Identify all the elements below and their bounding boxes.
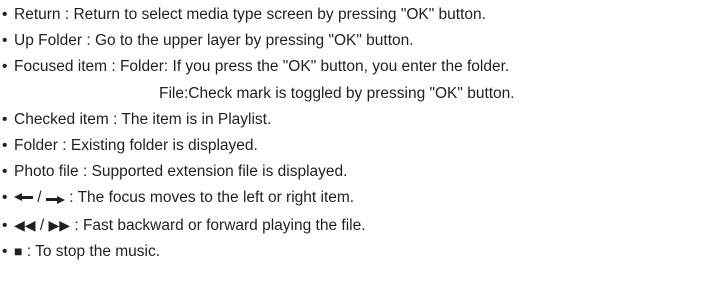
- item-term: Up Folder: [14, 32, 83, 50]
- item-description: Fast backward or forward playing the fil…: [82, 216, 366, 234]
- item-colon: :: [108, 110, 122, 128]
- bullet: •: [2, 110, 8, 128]
- item-colon: :: [64, 189, 78, 207]
- list-item-stop-key: • ■ : To stop the music.: [0, 238, 701, 264]
- bullet: •: [2, 242, 8, 260]
- manual-description-list: • Return : Return to select media type sc…: [0, 0, 701, 298]
- rewind-icon: ◀◀: [14, 216, 36, 233]
- item-colon: :: [82, 32, 95, 50]
- list-item-photo-file: • Photo file : Supported extension file i…: [0, 159, 701, 185]
- left-arrow-key-icon: [14, 193, 33, 202]
- item-colon: :: [70, 216, 83, 234]
- list-item-rewind-forward-keys: • ◀◀ / ▶▶ : Fast backward or forward play…: [0, 212, 701, 238]
- item-colon: :: [57, 136, 71, 154]
- item-colon: :: [107, 58, 120, 76]
- fast-forward-icon: ▶▶: [48, 216, 71, 233]
- list-item-left-right-keys: • / : The focus moves to the left or rig…: [0, 185, 701, 211]
- bullet: •: [2, 6, 8, 23]
- list-item-folder: • Folder : Existing folder is displayed.: [0, 133, 701, 159]
- item-description: Folder: If you press the "OK" button, yo…: [119, 58, 510, 76]
- item-term: Focused item: [14, 58, 108, 76]
- bullet: •: [2, 136, 8, 154]
- list-item-focused-item-continuation: File:Check mark is toggled by pressing "…: [0, 81, 701, 107]
- list-item-return: • Return : Return to select media type sc…: [0, 2, 701, 28]
- item-term: Folder: [14, 136, 58, 154]
- item-description: The item is in Playlist.: [121, 110, 272, 128]
- bullet: •: [2, 58, 8, 76]
- item-term: Return: [14, 6, 61, 23]
- item-description: Supported extension file is displayed.: [91, 163, 348, 181]
- item-description: Existing folder is displayed.: [70, 136, 258, 154]
- bullet: •: [2, 216, 8, 234]
- item-description-continuation: File:Check mark is toggled by pressing "…: [159, 84, 515, 102]
- right-arrow-key-icon: [45, 195, 65, 205]
- bullet: •: [2, 163, 8, 181]
- bullet: •: [2, 32, 8, 50]
- symbol-separator: /: [35, 216, 49, 234]
- item-term: Checked item: [14, 110, 109, 128]
- item-colon: :: [22, 242, 36, 260]
- item-description: The focus moves to the left or right ite…: [77, 189, 355, 207]
- item-colon: :: [78, 163, 92, 181]
- list-item-checked-item: • Checked item : The item is in Playlist.: [0, 107, 701, 133]
- item-description: To stop the music.: [35, 242, 161, 260]
- item-term: Photo file: [14, 163, 79, 181]
- item-description: Return to select media type screen by pr…: [73, 6, 486, 23]
- list-item-up-folder: • Up Folder : Go to the upper layer by pr…: [0, 28, 701, 54]
- symbol-separator: /: [33, 189, 46, 207]
- item-colon: :: [60, 6, 74, 23]
- item-description: Go to the upper layer by pressing "OK" b…: [94, 32, 414, 50]
- bullet: •: [2, 189, 8, 207]
- list-item-focused-item: • Focused item : Folder: If you press the…: [0, 54, 701, 80]
